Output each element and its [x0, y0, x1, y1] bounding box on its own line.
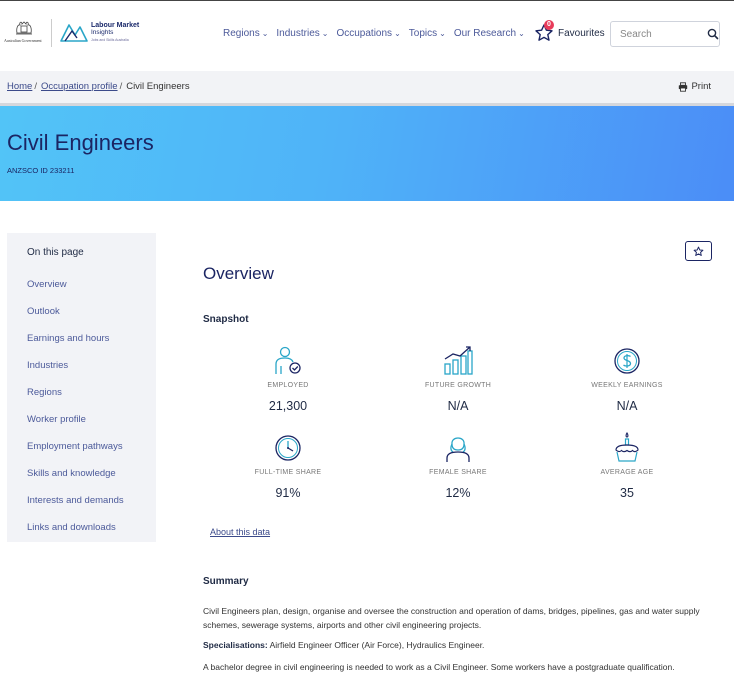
search-box [610, 21, 720, 47]
brand-line1: Labour Market [91, 22, 140, 29]
sidenav-item-regions[interactable]: Regions [27, 387, 124, 414]
specialisations-label: Specialisations: [203, 640, 268, 650]
site-header: Australian Government Labour Market Insi… [0, 1, 734, 71]
add-favourite-button[interactable] [685, 241, 712, 261]
education-text: A bachelor degree in civil engineering i… [203, 662, 675, 672]
stat-female-share: FEMALE SHARE 12% [398, 431, 518, 500]
snapshot-heading: Snapshot [203, 314, 249, 325]
sidenav-title: On this page [27, 247, 84, 258]
stat-value: 91% [275, 486, 301, 500]
sidenav-item-skills-and-knowledge[interactable]: Skills and knowledge [27, 468, 124, 495]
search-button[interactable] [706, 27, 720, 41]
stat-label: EMPLOYED [267, 382, 309, 389]
breadcrumb-current: Civil Engineers [126, 81, 190, 92]
sidenav-item-industries[interactable]: Industries [27, 360, 124, 387]
breadcrumb-home[interactable]: Home [7, 81, 32, 92]
summary-text: Civil Engineers plan, design, organise a… [203, 606, 700, 630]
sidenav-item-earnings-and-hours[interactable]: Earnings and hours [27, 333, 124, 360]
stat-future-growth: FUTURE GROWTH N/A [398, 344, 518, 413]
overview-heading: Overview [203, 264, 274, 283]
dollar-coin-icon [614, 348, 640, 374]
breadcrumb: Home / Occupation profile / Civil Engineer… [7, 81, 190, 92]
chevron-down-icon: ⌄ [261, 29, 269, 38]
breadcrumb-bar: Home / Occupation profile / Civil Engineer… [0, 71, 734, 103]
search-input[interactable] [620, 23, 704, 45]
chevron-down-icon: ⌄ [321, 29, 329, 38]
stat-value: N/A [447, 399, 469, 413]
nav-industries[interactable]: Industries ⌄ [276, 28, 328, 39]
main-nav: Regions ⌄ Industries ⌄ Occupations ⌄ Topics… [223, 28, 533, 39]
about-this-data-link[interactable]: About this data [210, 527, 270, 537]
favourites-count-badge: 0 [544, 20, 554, 30]
on-this-page-nav: On this page Overview Outlook Earnings a… [7, 233, 156, 542]
nav-label: Industries [276, 28, 320, 39]
logo-divider [51, 19, 52, 47]
specialisations-text: Airfield Engineer Officer (Air Force), H… [269, 640, 485, 650]
brand-line2: Insights [91, 29, 114, 36]
nav-regions[interactable]: Regions ⌄ [223, 28, 268, 39]
sidenav-item-outlook[interactable]: Outlook [27, 306, 124, 333]
star-icon [693, 246, 704, 256]
printer-icon [679, 81, 688, 92]
australian-government-logo[interactable]: Australian Government [4, 19, 46, 47]
lmi-brand-text[interactable]: Labour Market Insights Jobs and Skills A… [91, 22, 139, 42]
sidenav-item-links-and-downloads[interactable]: Links and downloads [27, 522, 124, 549]
favourites-star: 0 [534, 20, 554, 43]
stat-average-age: AVERAGE AGE 35 [567, 431, 687, 500]
stat-weekly-earnings: WEEKLY EARNINGS N/A [567, 344, 687, 413]
breadcrumb-separator: / [119, 81, 123, 92]
stat-full-time-share: FULL-TIME SHARE 91% [228, 431, 348, 500]
sidenav-item-employment-pathways[interactable]: Employment pathways [27, 441, 124, 468]
nav-occupations[interactable]: Occupations ⌄ [336, 28, 400, 39]
page-title: Civil Engineers [7, 130, 154, 155]
anzsco-id: ANZSCO ID 233211 [7, 166, 75, 175]
nav-topics[interactable]: Topics ⌄ [409, 28, 446, 39]
print-label: Print [691, 81, 711, 92]
chevron-down-icon: ⌄ [439, 29, 446, 38]
breadcrumb-separator: / [34, 81, 37, 92]
growth-chart-icon [444, 346, 473, 375]
nav-label: Regions [223, 28, 260, 39]
print-button[interactable]: Print [678, 81, 711, 92]
stat-value: 12% [445, 486, 471, 500]
specialisations: Specialisations: Airfield Engineer Offic… [203, 640, 713, 650]
sidenav-item-interests-and-demands[interactable]: Interests and demands [27, 495, 124, 522]
sidenav-item-overview[interactable]: Overview [27, 279, 124, 306]
chevron-down-icon: ⌄ [518, 29, 525, 38]
stat-label: AVERAGE AGE [600, 469, 654, 476]
breadcrumb-occupation-profile[interactable]: Occupation profile [41, 81, 118, 92]
female-person-icon [446, 437, 470, 462]
hero-banner: Civil Engineers ANZSCO ID 233211 [0, 106, 734, 201]
stat-label: WEEKLY EARNINGS [591, 382, 663, 389]
stat-value: N/A [616, 399, 638, 413]
stat-label: FEMALE SHARE [429, 469, 487, 476]
favourites-link[interactable]: 0 Favourites [534, 20, 605, 43]
birthday-cake-icon [615, 432, 639, 462]
sidenav-item-worker-profile[interactable]: Worker profile [27, 414, 124, 441]
nav-label: Topics [408, 28, 438, 39]
gov-text: Australian Government [4, 38, 42, 43]
nav-our-research[interactable]: Our Research ⌄ [454, 28, 525, 39]
sidenav-list: Overview Outlook Earnings and hours Indu… [27, 279, 124, 549]
brand-line3: Jobs and Skills Australia [91, 37, 129, 42]
stat-employed: EMPLOYED 21,300 [228, 344, 348, 413]
search-icon [707, 28, 719, 40]
favourites-label: Favourites [558, 27, 605, 39]
chevron-down-icon: ⌄ [394, 29, 401, 38]
nav-label: Our Research [453, 28, 517, 39]
clock-icon [275, 435, 301, 461]
lmi-logo-icon[interactable] [59, 19, 89, 45]
stat-value: 21,300 [268, 399, 308, 413]
employed-person-icon [275, 346, 301, 374]
summary-heading: Summary [203, 576, 249, 587]
nav-label: Occupations [336, 28, 393, 39]
stat-label: FUTURE GROWTH [424, 382, 492, 389]
stat-value: 35 [620, 486, 634, 500]
stat-label: FULL-TIME SHARE [254, 469, 322, 476]
coat-of-arms-icon [16, 21, 32, 35]
